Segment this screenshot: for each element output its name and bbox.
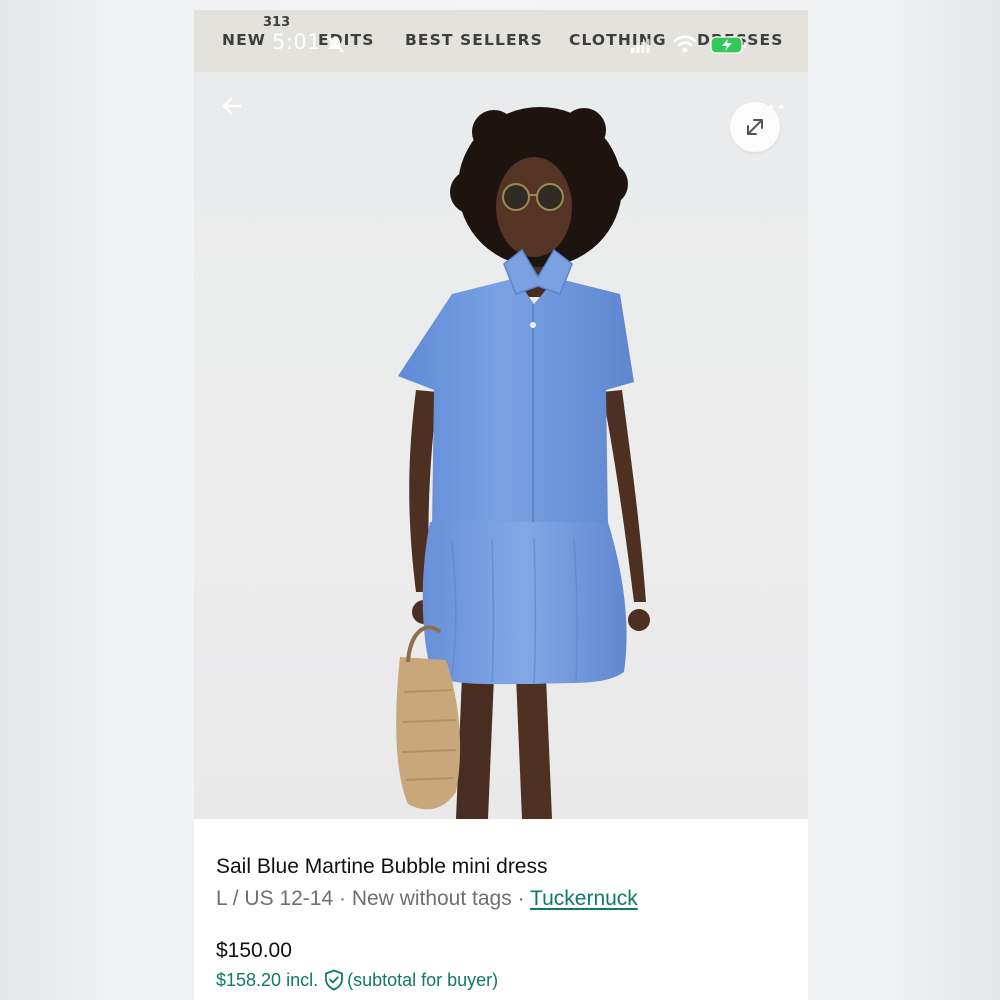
nav-link-best-sellers[interactable]: BEST SELLERS bbox=[405, 31, 543, 49]
phone-screen: NEW 313 EDITS BEST SELLERS CLOTHING DRES… bbox=[194, 10, 808, 1000]
buyer-protection-price[interactable]: $158.20 incl. (subtotal for buyer) bbox=[216, 969, 498, 991]
price: $150.00 bbox=[216, 939, 292, 962]
model-in-blue-dress-image bbox=[396, 107, 650, 819]
product-details: Sail Blue Martine Bubble mini dress L / … bbox=[194, 819, 808, 1000]
nav-link-clothing[interactable]: CLOTHING bbox=[569, 31, 667, 49]
wifi-icon bbox=[673, 35, 697, 53]
nav-count-badge: 313 bbox=[263, 15, 291, 30]
product-meta: L / US 12-14 · New without tags · Tucker… bbox=[216, 887, 638, 911]
nav-link-new[interactable]: NEW bbox=[222, 31, 266, 49]
arrow-left-icon[interactable] bbox=[216, 90, 248, 122]
product-photo[interactable] bbox=[194, 72, 808, 819]
price-incl: $158.20 incl. bbox=[216, 969, 319, 990]
meta-separator: · bbox=[338, 887, 346, 910]
shield-check-icon bbox=[325, 969, 343, 991]
size-label: L / US 12-14 bbox=[216, 887, 334, 910]
status-bar-time: 5:01 bbox=[272, 30, 322, 54]
mute-bell-icon bbox=[326, 35, 344, 53]
product-title: Sail Blue Martine Bubble mini dress bbox=[216, 855, 548, 878]
meta-separator: · bbox=[517, 887, 525, 910]
price-incl-note: (subtotal for buyer) bbox=[347, 969, 499, 990]
condition-label: New without tags bbox=[351, 887, 512, 910]
cellular-signal-icon bbox=[631, 39, 650, 53]
more-dots-icon[interactable] bbox=[756, 102, 786, 112]
top-navigation: NEW 313 EDITS BEST SELLERS CLOTHING DRES… bbox=[194, 10, 808, 72]
battery-charging-icon bbox=[710, 36, 746, 54]
brand-link[interactable]: Tuckernuck bbox=[530, 887, 638, 910]
